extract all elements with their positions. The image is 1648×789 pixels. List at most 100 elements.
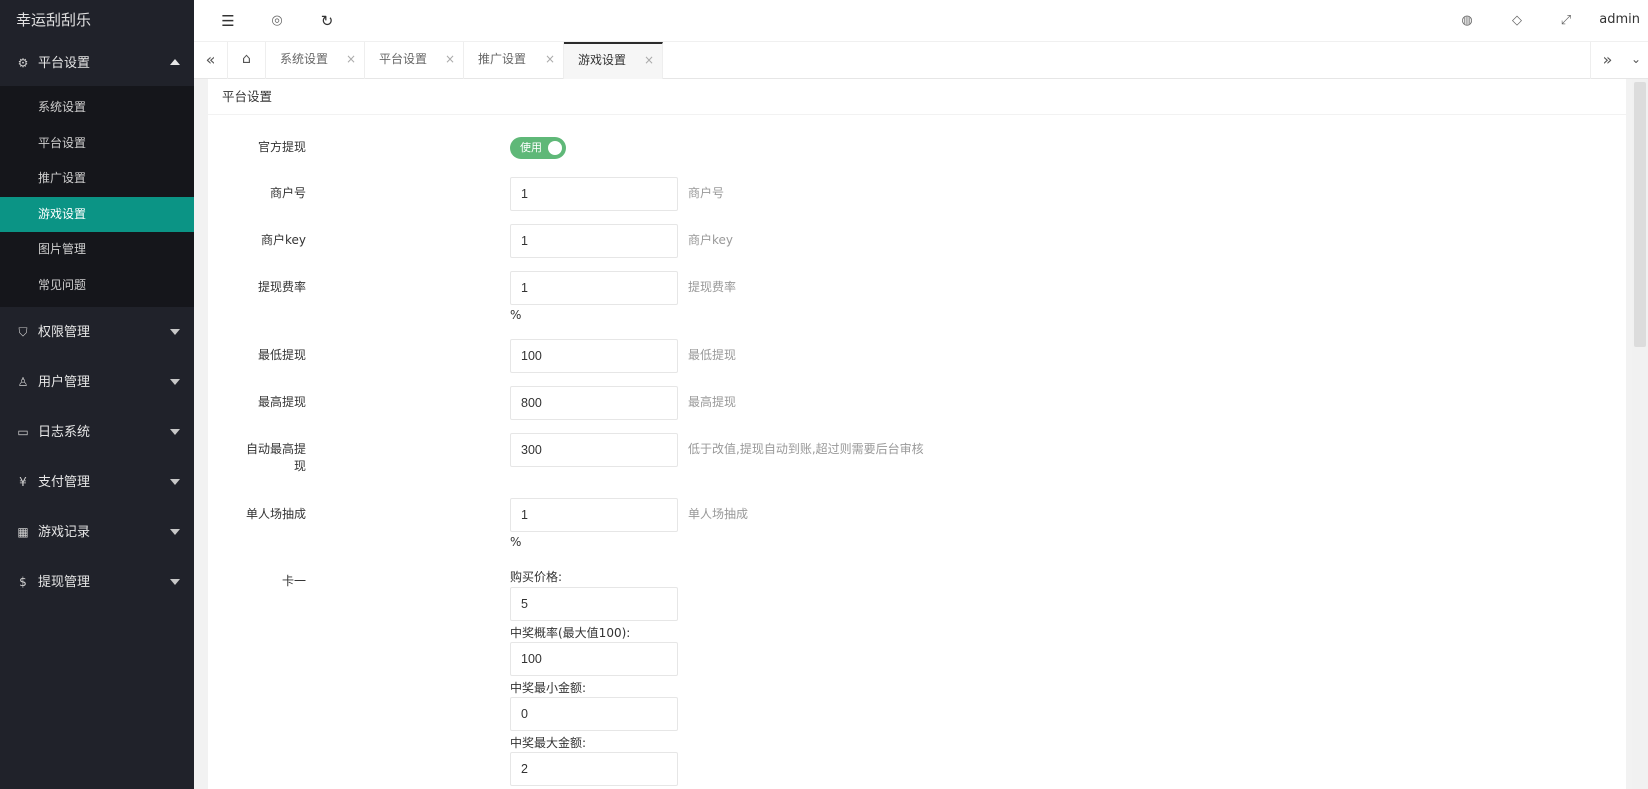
card1-max-prize-input[interactable] xyxy=(510,752,678,786)
close-icon[interactable]: × xyxy=(545,42,555,77)
panel-title: 平台设置 xyxy=(208,79,1626,115)
merchant-id-hint: 商户号 xyxy=(688,186,725,200)
sidebar-group-withdrawals[interactable]: $ 提现管理 xyxy=(0,557,194,607)
sidebar-item-faq[interactable]: 常见问题 xyxy=(0,268,194,304)
tab-promotion-settings[interactable]: 推广设置 × xyxy=(464,42,564,79)
card1-min-prize-input[interactable] xyxy=(510,697,678,731)
theme-palette-icon[interactable]: ◍ xyxy=(1457,11,1477,31)
tab-label: 游戏设置 xyxy=(578,53,627,67)
card1-max-prize-label: 中奖最大金额: xyxy=(510,736,587,750)
sidebar-group-users[interactable]: ♙ 用户管理 xyxy=(0,357,194,407)
label-line: 现 xyxy=(293,459,306,473)
shield-icon: ⛉ xyxy=(18,325,28,339)
merchant-key-label: 商户key xyxy=(260,233,306,247)
close-icon[interactable]: × xyxy=(346,42,356,77)
max-withdraw-hint: 最高提现 xyxy=(688,395,737,409)
card1-win-rate-input[interactable] xyxy=(510,642,678,676)
page-tabs: « ⌂ 系统设置 × 平台设置 × 推广设置 × 游戏设置 × » ⌄ xyxy=(194,42,1648,79)
sidebar-group-label: 提现管理 xyxy=(38,575,91,590)
sidebar-group-label: 平台设置 xyxy=(38,56,91,71)
tab-label: 系统设置 xyxy=(280,52,329,66)
chevron-down-icon xyxy=(170,529,180,535)
settings-panel: 平台设置 官方提现 使用 商户号 商户号 商户key 商户key 提现费率 提现… xyxy=(208,79,1626,789)
card1-min-prize-label: 中奖最小金额: xyxy=(510,681,587,695)
user-menu[interactable]: admin xyxy=(1599,12,1640,27)
merchant-id-input[interactable] xyxy=(510,177,678,211)
menu-fold-icon[interactable]: ☰ xyxy=(218,11,238,31)
chevron-down-icon xyxy=(170,379,180,385)
sidebar-group-label: 用户管理 xyxy=(38,375,91,390)
main-content: 平台设置 官方提现 使用 商户号 商户号 商户key 商户key 提现费率 提现… xyxy=(194,79,1648,789)
sidebar-item-game-settings[interactable]: 游戏设置 xyxy=(0,196,194,232)
chevron-down-icon xyxy=(170,429,180,435)
fullscreen-icon[interactable]: ⤢ xyxy=(1556,11,1576,31)
label-line: 自动最高提 xyxy=(245,442,306,456)
card1-win-rate-label: 中奖概率(最大值100): xyxy=(510,626,631,640)
dollar-icon: $ xyxy=(19,575,27,589)
auto-max-withdraw-input[interactable] xyxy=(510,433,678,467)
tab-label: 平台设置 xyxy=(379,52,428,66)
min-withdraw-input[interactable] xyxy=(510,339,678,373)
page-scrollbar-thumb[interactable] xyxy=(1634,82,1646,347)
sidebar-submenu: 系统设置 平台设置 推广设置 游戏设置 图片管理 常见问题 xyxy=(0,86,194,307)
tab-platform-settings[interactable]: 平台设置 × xyxy=(365,42,464,79)
merchant-id-label: 商户号 xyxy=(269,186,306,200)
merchant-key-hint: 商户key xyxy=(688,233,734,247)
tab-label: 推广设置 xyxy=(478,52,527,66)
tabs-dropdown-icon[interactable]: ⌄ xyxy=(1624,42,1648,79)
auto-max-withdraw-label: 自动最高提 现 xyxy=(216,441,306,475)
chevron-down-icon xyxy=(170,329,180,335)
withdraw-fee-label: 提现费率 xyxy=(257,280,306,294)
yen-icon: ¥ xyxy=(19,475,27,489)
chevron-down-icon xyxy=(170,479,180,485)
app-logo: 幸运刮刮乐 xyxy=(16,11,92,29)
sidebar-item-promotion-settings[interactable]: 推广设置 xyxy=(0,161,194,197)
sidebar-item-image-management[interactable]: 图片管理 xyxy=(0,232,194,268)
sidebar-group-payments[interactable]: ¥ 支付管理 xyxy=(0,457,194,507)
tabs-scroll-left-icon[interactable]: « xyxy=(194,42,228,79)
sidebar-group-label: 支付管理 xyxy=(38,475,91,490)
sidebar-group-label: 权限管理 xyxy=(38,325,91,340)
sidebar-group-logs[interactable]: ▭ 日志系统 xyxy=(0,407,194,457)
chevron-up-icon xyxy=(170,59,180,65)
apps-icon: ▦ xyxy=(17,525,29,539)
toggle-knob xyxy=(548,141,562,155)
tab-game-settings[interactable]: 游戏设置 × xyxy=(564,42,663,79)
sidebar: 幸运刮刮乐 ⚙ 平台设置 系统设置 平台设置 推广设置 游戏设置 图片管理 常见问… xyxy=(0,0,194,789)
close-icon[interactable]: × xyxy=(644,44,654,77)
official-withdraw-toggle[interactable]: 使用 xyxy=(510,137,566,159)
chevron-down-icon xyxy=(170,579,180,585)
single-commission-input[interactable] xyxy=(510,498,678,532)
card1-buy-price-input[interactable] xyxy=(510,587,678,621)
min-withdraw-hint: 最低提现 xyxy=(688,348,737,362)
sidebar-item-system-settings[interactable]: 系统设置 xyxy=(0,90,194,126)
sidebar-group-game-records[interactable]: ▦ 游戏记录 xyxy=(0,507,194,557)
withdraw-fee-input[interactable] xyxy=(510,271,678,305)
tag-icon[interactable]: ◇ xyxy=(1507,11,1527,31)
sidebar-group-permissions[interactable]: ⛉ 权限管理 xyxy=(0,307,194,357)
user-icon: ♙ xyxy=(17,375,29,389)
gear-icon: ⚙ xyxy=(17,56,29,70)
max-withdraw-label: 最高提现 xyxy=(257,395,306,409)
withdraw-fee-unit: % xyxy=(510,308,522,322)
single-commission-hint: 单人场抽成 xyxy=(688,507,749,521)
sidebar-group-platform-settings[interactable]: ⚙ 平台设置 xyxy=(0,40,194,86)
sidebar-item-platform-settings[interactable]: 平台设置 xyxy=(0,126,194,162)
max-withdraw-input[interactable] xyxy=(510,386,678,420)
card1-label: 卡一 xyxy=(281,574,306,588)
min-withdraw-label: 最低提现 xyxy=(257,348,306,362)
sidebar-group-label: 游戏记录 xyxy=(38,525,91,540)
tab-system-settings[interactable]: 系统设置 × xyxy=(266,42,365,79)
refresh-icon[interactable]: ↻ xyxy=(317,11,337,31)
close-icon[interactable]: × xyxy=(445,42,455,77)
home-icon[interactable]: ⌂ xyxy=(228,42,266,79)
official-withdraw-label: 官方提现 xyxy=(257,140,306,154)
top-header: ☰ ◎ ↻ ◍ ◇ ⤢ admin xyxy=(194,0,1648,42)
withdraw-fee-hint: 提现费率 xyxy=(688,280,737,294)
single-commission-label: 单人场抽成 xyxy=(245,507,306,521)
globe-icon[interactable]: ◎ xyxy=(267,11,287,31)
merchant-key-input[interactable] xyxy=(510,224,678,258)
sidebar-group-label: 日志系统 xyxy=(38,425,91,440)
tabs-scroll-right-icon[interactable]: » xyxy=(1590,42,1624,79)
toggle-text: 使用 xyxy=(520,141,542,154)
